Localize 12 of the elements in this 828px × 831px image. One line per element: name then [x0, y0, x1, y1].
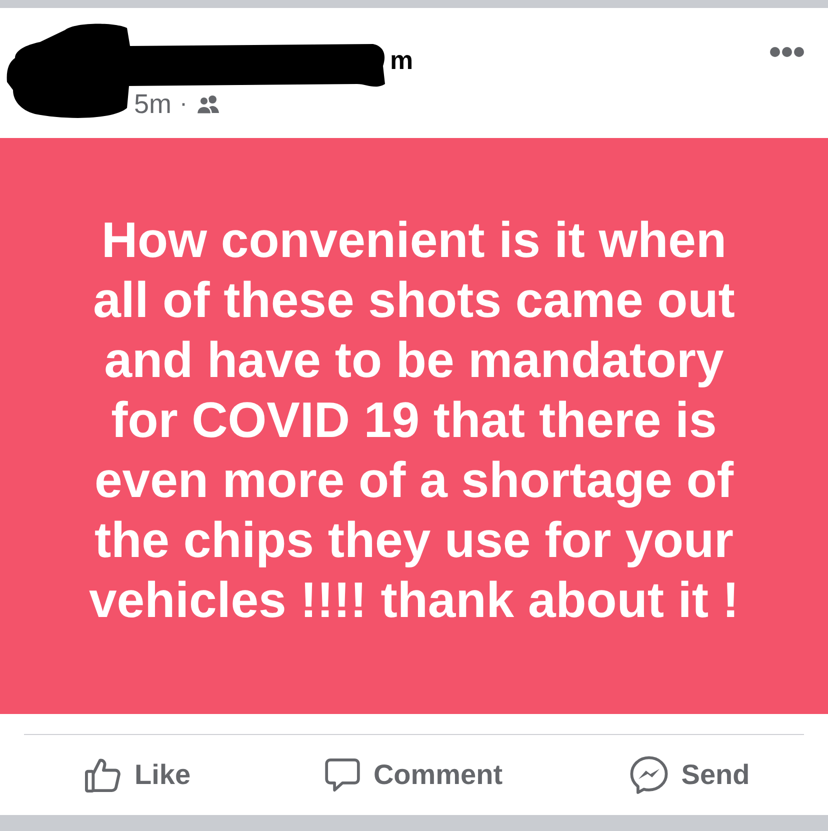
- people-icon: [196, 94, 220, 114]
- speech-bubble-icon: [325, 758, 360, 792]
- like-button[interactable]: Like: [85, 758, 191, 792]
- meta-separator: ·: [180, 90, 188, 118]
- lightning-chat-bubble-icon: [630, 756, 668, 794]
- thumbs-up-icon: [85, 758, 122, 792]
- send-button[interactable]: Send: [630, 756, 750, 794]
- comment-button[interactable]: Comment: [325, 758, 503, 792]
- more-icon[interactable]: [770, 47, 804, 57]
- post-time[interactable]: 5m: [134, 90, 172, 118]
- author-name[interactable]: m: [390, 44, 414, 76]
- post-text: How convenient is it when all of these shots came out and have to be mandatory for COVID 19 that there is even more of a shortage of the chips they use for your vehicles !!!! thank about it !: [88, 211, 740, 630]
